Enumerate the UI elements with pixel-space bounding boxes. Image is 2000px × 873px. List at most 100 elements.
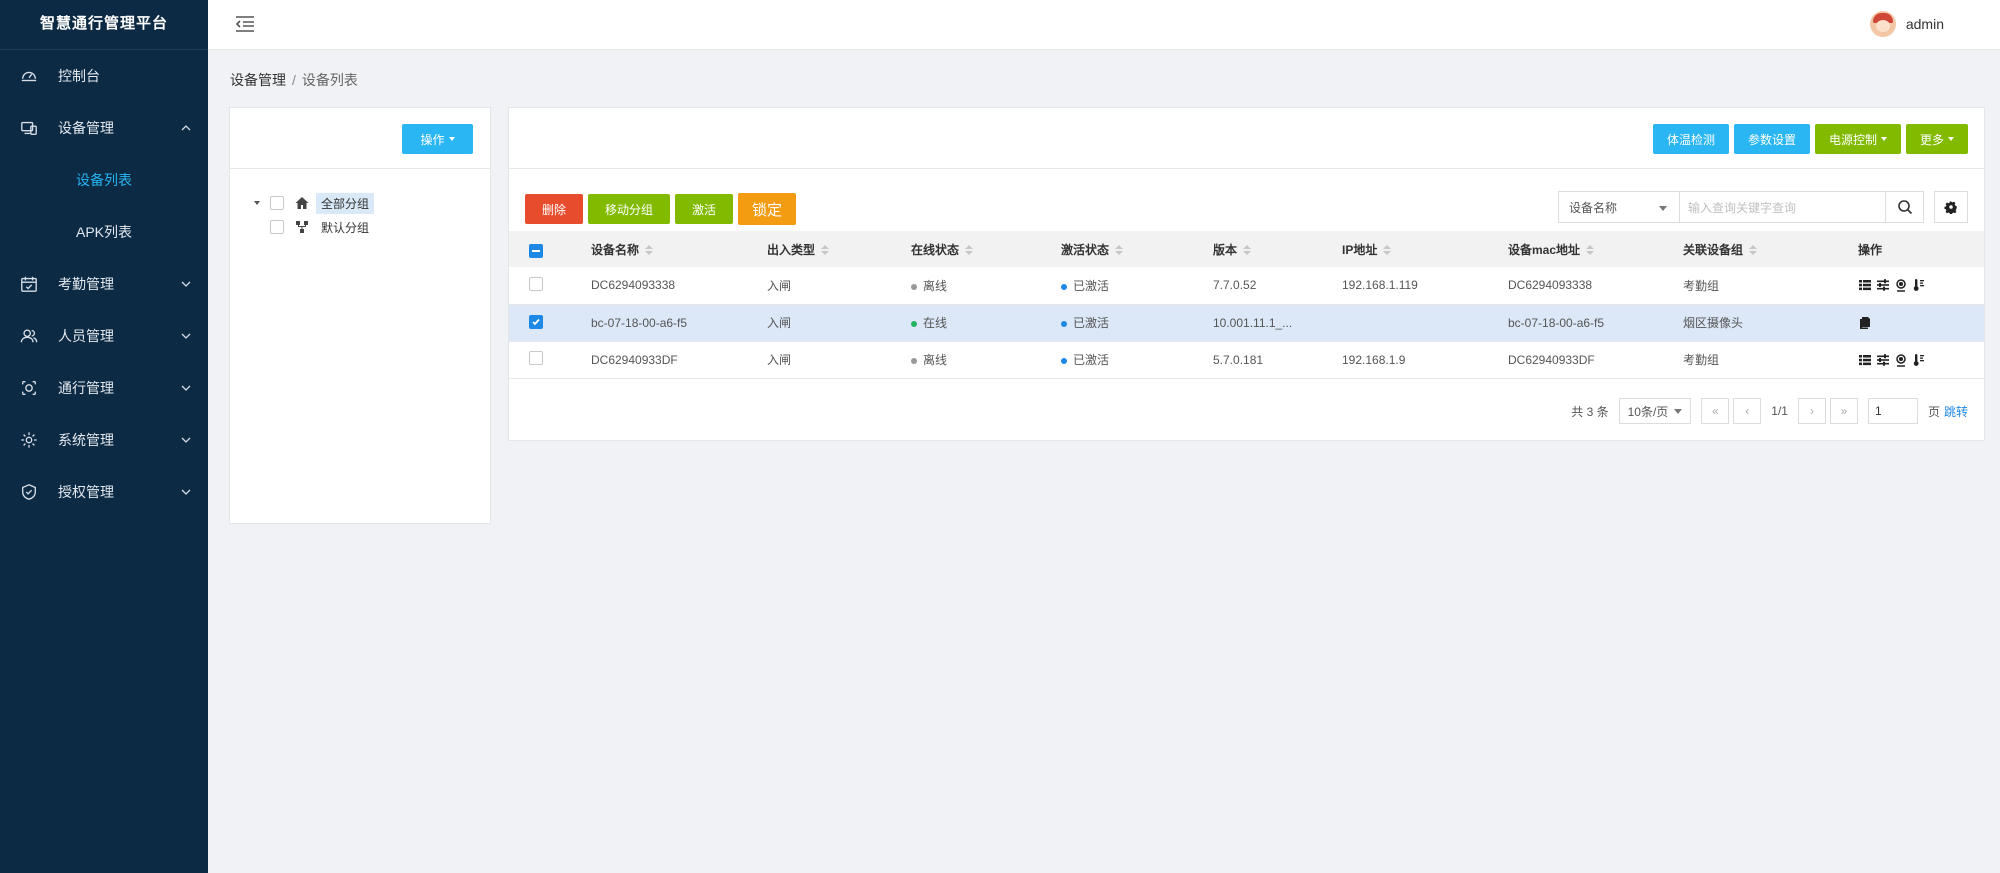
tree-checkbox[interactable] [270,220,284,234]
location-search-icon[interactable] [1894,353,1908,367]
top-action-group: 体温检测 参数设置 电源控制 更多 [1652,124,1968,154]
select-all-checkbox[interactable] [529,243,543,258]
sort-icon[interactable] [645,245,654,256]
cell-online-status: 在线 [911,304,1061,341]
col-ip-address[interactable]: IP地址 [1342,231,1508,267]
status-dot [911,320,917,327]
cell-mac-address: DC62940933DF [1508,352,1595,367]
tree-node-root[interactable]: 全部分组 [252,191,490,215]
bulk-action-group: 删除 移动分组 激活 锁定 [525,193,797,225]
row-checkbox[interactable] [529,315,543,329]
sidebar-item-label: 通行管理 [58,380,114,396]
row-operations [1858,353,1984,367]
sidebar-item-devices[interactable]: 设备管理 [0,102,208,154]
breadcrumb-separator: / [292,72,296,88]
breadcrumb-parent[interactable]: 设备管理 [230,72,286,88]
list-detail-icon[interactable] [1858,278,1872,292]
location-search-icon[interactable] [1894,278,1908,292]
tree-node-label[interactable]: 默认分组 [316,217,374,238]
col-device-group[interactable]: 关联设备组 [1683,231,1858,267]
col-device-name[interactable]: 设备名称 [591,231,767,267]
tree-node-default[interactable]: 默认分组 [252,215,490,239]
activation-status-text: 已激活 [1073,278,1110,293]
cell-activation-status: 已激活 [1061,267,1213,304]
sidebar-item-dashboard[interactable]: 控制台 [0,50,208,102]
sort-icon[interactable] [1749,245,1758,256]
chevron-down-icon [181,385,191,391]
sidebar-item-system[interactable]: 系统管理 [0,414,208,466]
row-checkbox[interactable] [529,276,543,291]
copy-icon[interactable] [1858,316,1872,330]
delete-button[interactable]: 删除 [525,194,584,224]
lock-button[interactable]: 锁定 [738,193,797,225]
dashboard-icon [20,67,38,85]
tree-checkbox[interactable] [270,196,284,210]
sliders-icon[interactable] [1876,278,1890,292]
parameter-settings-button[interactable]: 参数设置 [1733,124,1810,154]
username: admin [1905,16,1944,32]
activate-button[interactable]: 激活 [675,194,734,224]
tree-expand-icon[interactable] [252,198,262,208]
cell-ip-address [1342,304,1508,341]
col-mac-address[interactable]: 设备mac地址 [1508,231,1683,267]
search-area: 设备名称 输入查询关键字查询 [1558,191,1968,223]
move-group-button[interactable]: 移动分组 [588,194,671,224]
sort-icon[interactable] [965,245,974,256]
col-online-status[interactable]: 在线状态 [911,231,1061,267]
sort-icon[interactable] [1383,245,1392,256]
sidebar-subitem-apk-list[interactable]: APK列表 [0,206,208,258]
group-panel-header: 操作 [230,108,490,169]
page-size-select[interactable]: 10条/页 [1618,398,1692,424]
sidebar-item-access[interactable]: 通行管理 [0,362,208,414]
group-tree-panel: 操作 全部分组 默认分组 [229,107,491,524]
search-button[interactable] [1886,191,1924,223]
brand-title: 智慧通行管理平台 [0,0,208,50]
row-checkbox[interactable] [529,351,543,365]
row-operations [1858,316,1984,330]
list-detail-icon[interactable] [1858,353,1872,367]
operation-dropdown-button[interactable]: 操作 [402,124,473,154]
table-row[interactable]: DC62940933DF 入闸 离线 已激活 5.7.0.181 192.168… [509,341,1984,378]
more-dropdown[interactable]: 更多 [1905,124,1968,154]
table-row[interactable]: DC6294093338 入闸 离线 已激活 7.7.0.52 192.168.… [509,267,1984,304]
sidebar-item-authorization[interactable]: 授权管理 [0,466,208,518]
next-page-button[interactable]: › [1797,398,1826,424]
last-page-button[interactable]: » [1829,398,1858,424]
table-row[interactable]: bc-07-18-00-a6-f5 入闸 在线 已激活 10.001.11.1_… [509,304,1984,341]
sidebar-item-personnel[interactable]: 人员管理 [0,310,208,362]
column-settings-button[interactable] [1934,191,1968,223]
chevron-down-icon [181,281,191,287]
search-input[interactable]: 输入查询关键字查询 [1680,191,1886,223]
col-activation-status[interactable]: 激活状态 [1061,231,1213,267]
power-control-dropdown[interactable]: 电源控制 [1814,124,1901,154]
thermometer-icon[interactable] [1912,278,1926,292]
sort-icon[interactable] [1243,245,1252,256]
prev-page-button[interactable]: ‹ [1733,398,1762,424]
temperature-check-button[interactable]: 体温检测 [1652,124,1729,154]
row-checkbox-cell [509,267,591,304]
cell-operations [1858,267,1984,304]
sort-icon[interactable] [1115,245,1124,256]
sidebar-subitem-device-list[interactable]: 设备列表 [0,154,208,206]
sidebar-item-attendance[interactable]: 考勤管理 [0,258,208,310]
search-field-select[interactable]: 设备名称 [1558,191,1680,223]
chevron-up-icon [181,125,191,131]
page-number-input[interactable]: 1 [1867,398,1918,424]
tree-node-label[interactable]: 全部分组 [316,192,375,214]
device-list-panel: 体温检测 参数设置 电源控制 更多 删除 移动分组 激活 锁定 设备名称 输入查… [508,107,1985,441]
cell-mac-address: DC6294093338 [1508,278,1593,293]
menu-collapse-icon[interactable] [234,13,256,35]
jump-page-button[interactable]: 跳转 [1944,403,1968,420]
cell-operations [1858,341,1984,378]
caret-down-icon [1880,137,1887,141]
thermometer-icon[interactable] [1912,353,1926,367]
sort-icon[interactable] [1586,245,1595,256]
sidebar: 智慧通行管理平台 控制台 设备管理 设备列表 APK列表 考勤管理 人员管理 通… [0,0,208,873]
user-menu[interactable]: admin [1869,11,1944,37]
column-header-label: 在线状态 [911,242,960,257]
first-page-button[interactable]: « [1701,398,1730,424]
sort-icon[interactable] [821,245,830,256]
col-version[interactable]: 版本 [1213,231,1342,267]
sliders-icon[interactable] [1876,353,1890,367]
col-direction[interactable]: 出入类型 [767,231,911,267]
